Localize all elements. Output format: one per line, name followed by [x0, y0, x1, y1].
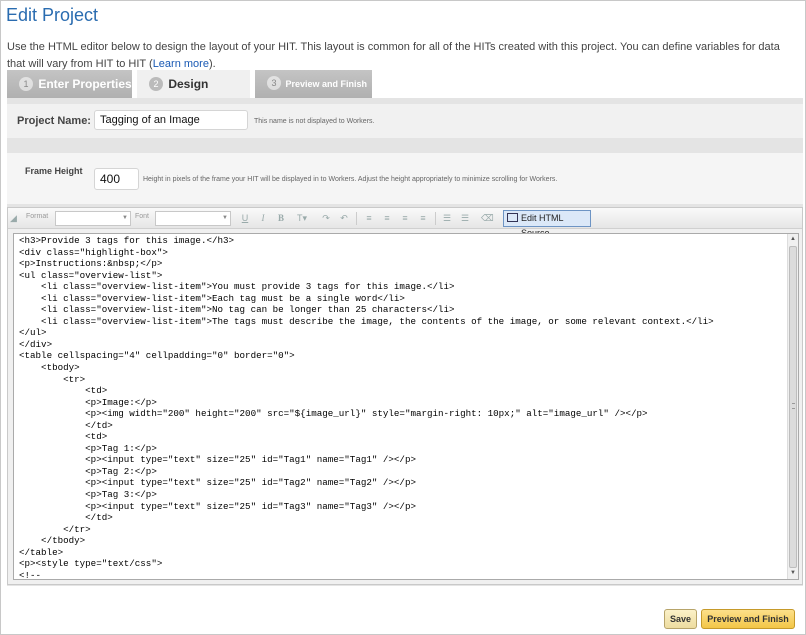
bold-icon[interactable]: B [275, 212, 287, 225]
html-source-code[interactable]: <h3>Provide 3 tags for this image.</h3> … [19, 235, 789, 579]
preview-and-finish-button[interactable]: Preview and Finish [701, 609, 795, 629]
learn-more-link[interactable]: Learn more [153, 58, 209, 70]
html-editor: ◢ Format ▼ Font ▼ U I B T▾ ↷ ↶ ≡ ≡ ≡ ≡ ☰… [7, 207, 803, 585]
tab-label: Enter Properties [38, 77, 132, 91]
align-right-icon[interactable]: ≡ [399, 212, 411, 225]
eraser-icon[interactable]: ⌫ [481, 212, 494, 225]
project-name-label: Project Name: [17, 115, 91, 127]
project-name-panel: Project Name: This name is not displayed… [7, 104, 803, 138]
toolbar-divider [356, 212, 357, 225]
scrollbar-grip-icon [792, 403, 795, 409]
align-center-icon[interactable]: ≡ [381, 212, 393, 225]
tab-preview-and-finish[interactable]: 3 Preview and Finish [255, 70, 372, 98]
scroll-up-arrow-icon[interactable]: ▲ [788, 234, 798, 245]
step-number: 2 [149, 77, 163, 91]
editor-toolbar: ◢ Format ▼ Font ▼ U I B T▾ ↷ ↶ ≡ ≡ ≡ ≡ ☰… [8, 208, 802, 238]
font-select[interactable]: ▼ [155, 211, 231, 226]
step-number: 3 [267, 76, 281, 90]
project-name-input[interactable] [94, 110, 248, 130]
step-number: 1 [19, 77, 33, 91]
font-label: Font [135, 213, 150, 220]
undo-icon[interactable]: ↶ [338, 212, 350, 225]
page-title: Edit Project [6, 5, 99, 25]
project-name-hint: This name is not displayed to Workers. [254, 118, 375, 125]
intro-tail: ). [208, 58, 216, 70]
save-button[interactable]: Save [664, 609, 697, 629]
redo-icon[interactable]: ↷ [320, 212, 332, 225]
html-source-textarea[interactable]: <h3>Provide 3 tags for this image.</h3> … [13, 233, 799, 580]
tab-label: Preview and Finish [285, 79, 368, 89]
toolbar-collapse-handle[interactable]: ◢ [10, 212, 17, 225]
italic-icon[interactable]: I [257, 212, 269, 225]
format-label: Format [26, 213, 49, 220]
toolbar-divider [435, 212, 436, 225]
tab-enter-properties[interactable]: 1 Enter Properties [7, 70, 132, 98]
frame-height-hint: Height in pixels of the frame your HIT w… [143, 176, 558, 183]
intro-body: Use the HTML editor below to design the … [7, 41, 780, 70]
align-left-icon[interactable]: ≡ [363, 212, 375, 225]
page-frame: Edit Project Use the HTML editor below t… [0, 0, 806, 635]
vertical-scrollbar[interactable]: ▲ ▼ [787, 234, 798, 579]
text-style-icon[interactable]: T▾ [293, 212, 311, 225]
tab-design-layout[interactable]: 2 Design Layout [137, 70, 250, 119]
unordered-list-icon[interactable]: ☰ [459, 212, 471, 225]
ordered-list-icon[interactable]: ☰ [441, 212, 453, 225]
edit-html-source-button[interactable]: Edit HTML Source [503, 210, 591, 238]
format-select[interactable]: ▼ [55, 211, 131, 226]
frame-height-label: Frame Height [25, 166, 83, 176]
scrollbar-thumb[interactable] [789, 246, 797, 568]
html-source-icon [507, 213, 518, 222]
scroll-down-arrow-icon[interactable]: ▼ [788, 568, 798, 579]
justify-icon[interactable]: ≡ [417, 212, 429, 225]
intro-text: Use the HTML editor below to design the … [7, 39, 797, 73]
frame-height-input[interactable] [94, 168, 139, 190]
frame-height-panel: Frame Height Height in pixels of the fra… [7, 153, 803, 204]
underline-icon[interactable]: U [239, 212, 251, 225]
